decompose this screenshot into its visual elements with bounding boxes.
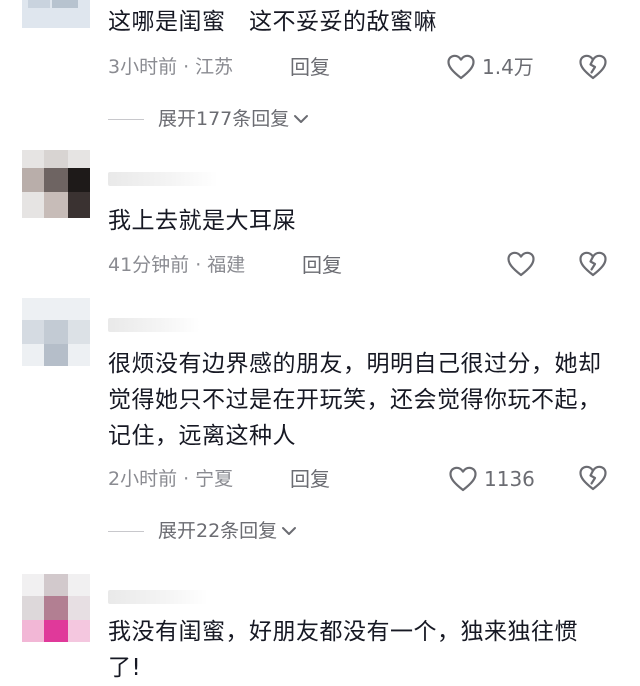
comment-time: 2小时前 [108,468,178,490]
heart-outline-icon [446,53,476,81]
avatar[interactable] [22,298,90,366]
like-button[interactable]: 1136 [448,463,535,495]
chevron-down-icon [281,516,297,546]
comment-time: 41分钟前 [108,254,190,276]
comment-location: 宁夏 [195,468,234,490]
like-count: 1.4万 [482,55,534,79]
like-button[interactable]: 1.4万 [446,51,534,83]
comment-meta: 3小时前 · 江苏 [108,52,233,82]
comment-meta: 2小时前 · 宁夏 [108,464,233,494]
expand-replies-button[interactable]: 展开22条回复 [108,516,297,546]
broken-heart-icon [578,465,608,496]
expand-replies-button[interactable]: 展开177条回复 [108,104,309,134]
dislike-button[interactable] [578,53,608,85]
comment-text: 我没有闺蜜，好朋友都没有一个，独来独往惯了! [108,619,578,681]
comment-location: 江苏 [195,56,234,78]
username-blurred [108,172,218,186]
expand-replies-label: 展开22条回复 [158,520,278,542]
dislike-button[interactable] [578,250,608,282]
comment-text: 很烦没有边界感的朋友，明明自己很过分，她却觉得她只不过是在开玩笑，还会觉得你玩不… [108,351,602,449]
dislike-button[interactable] [578,464,608,496]
comment-meta: 41分钟前 · 福建 [108,250,245,280]
heart-outline-icon [506,250,536,278]
heart-outline-icon [448,465,478,493]
avatar[interactable] [22,0,90,28]
username-blurred [108,318,200,332]
chevron-down-icon [293,104,309,134]
expand-replies-label: 展开177条回复 [158,108,290,130]
comment-location: 福建 [207,254,246,276]
broken-heart-icon [578,251,608,282]
reply-button[interactable]: 回复 [290,464,330,494]
like-button[interactable] [506,248,536,280]
reply-button[interactable]: 回复 [302,250,342,280]
username-blurred [108,590,208,604]
meta-separator: · [195,254,202,276]
broken-heart-icon [578,54,608,85]
like-count: 1136 [484,467,535,491]
avatar[interactable] [22,574,90,642]
comment-text: 这哪是闺蜜 这不妥妥的敌蜜嘛 [108,9,437,35]
meta-separator: · [183,468,190,490]
avatar[interactable] [22,150,90,218]
comment-text: 我上去就是大耳屎 [108,208,296,234]
divider [108,530,144,532]
divider [108,118,144,120]
comment-time: 3小时前 [108,56,178,78]
meta-separator: · [183,56,190,78]
reply-button[interactable]: 回复 [290,52,330,82]
